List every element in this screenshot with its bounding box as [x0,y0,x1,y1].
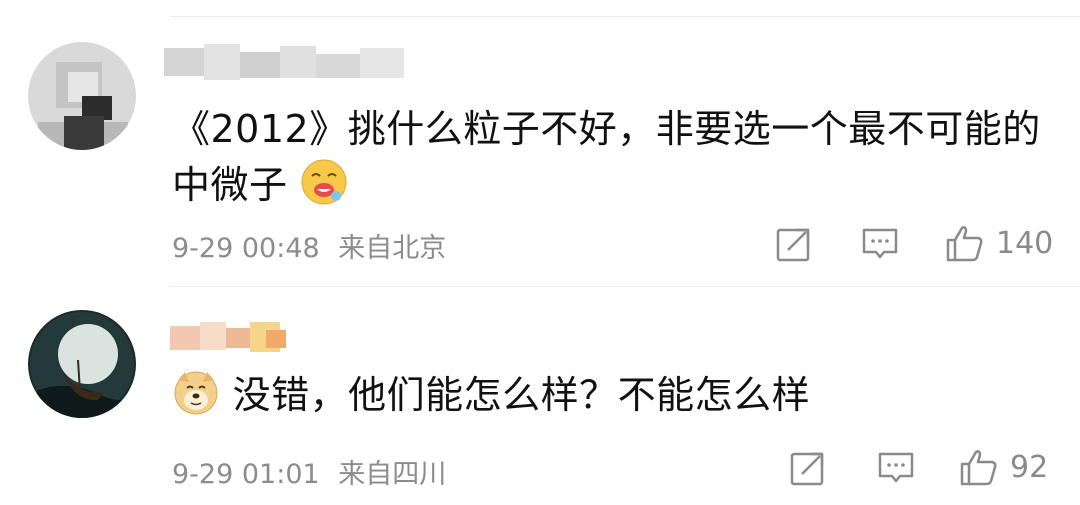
comment-time: 9-29 00:48 [172,233,320,264]
comment-text: 《2012》挑什么粒子不好，非要选一个最不可能的 [172,107,1041,151]
comment-meta: 9-29 01:01 来自四川 [172,452,456,491]
share-icon[interactable] [788,448,828,488]
username-blurred[interactable] [160,40,420,86]
comment-icon[interactable] [876,448,916,488]
comment-text: 中微子 [172,163,288,207]
username-blurred[interactable] [166,316,296,362]
comment-location: 来自北京 [338,233,447,264]
avatar[interactable] [28,310,136,418]
comment-meta: 9-29 00:48 来自北京 [172,226,456,265]
comment-time: 9-29 01:01 [172,459,320,490]
avatar[interactable] [28,42,136,150]
doge-emoji [174,371,218,415]
comment-text-line: 中微子 [172,156,348,214]
thumbs-up-icon [960,450,997,486]
comment-text-line: 《2012》挑什么粒子不好，非要选一个最不可能的 [172,100,1041,158]
like-count: 92 [1010,449,1049,485]
share-icon[interactable] [774,224,814,264]
top-divider [170,16,1080,17]
comment-divider [170,286,1080,287]
comment-text-line: 没错，他们能怎么样？不能怎么样 [172,366,810,424]
comment-icon[interactable] [860,224,900,264]
like-count: 140 [996,225,1054,261]
like-button[interactable]: 92 [958,446,1048,488]
comment-location: 来自四川 [338,459,447,490]
like-button[interactable]: 140 [944,222,1053,264]
comment-text: 没错，他们能怎么样？不能怎么样 [232,373,811,417]
thumbs-up-icon [946,226,983,262]
drooling-face-emoji [301,159,347,205]
